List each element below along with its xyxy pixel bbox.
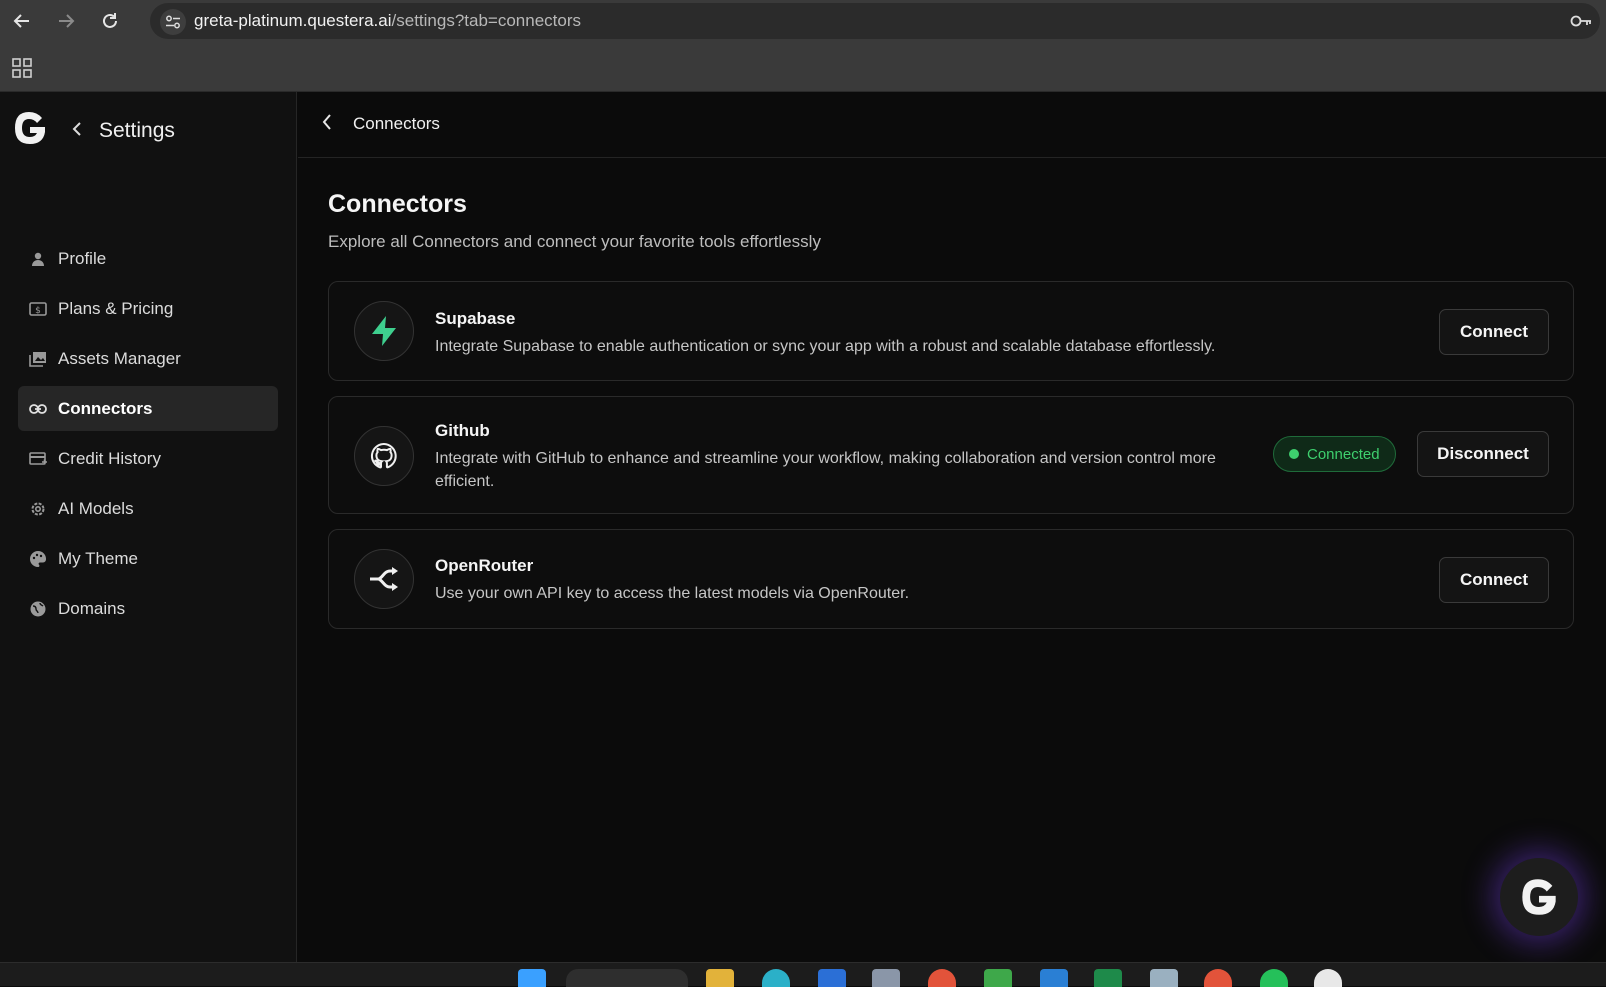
openrouter-icon xyxy=(354,549,414,609)
chrome-profile-icon[interactable] xyxy=(928,969,956,987)
sidebar-item-credit-history[interactable]: Credit History xyxy=(18,436,278,481)
taskbar-search-icon[interactable] xyxy=(566,969,688,987)
globe-icon xyxy=(28,599,48,619)
sidebar-item-connectors[interactable]: Connectors xyxy=(18,386,278,431)
back-chevron-icon[interactable] xyxy=(322,114,332,135)
misc-app-icon[interactable] xyxy=(1314,969,1342,987)
start-menu-icon[interactable] xyxy=(518,969,546,987)
connector-card-github: Github Integrate with GitHub to enhance … xyxy=(328,396,1574,514)
connector-description: Use your own API key to access the lates… xyxy=(435,585,910,602)
reload-icon[interactable] xyxy=(88,0,132,42)
apps-grid-icon[interactable] xyxy=(12,58,32,83)
page-title: Connectors xyxy=(328,190,467,218)
connector-description: Integrate with GitHub to enhance and str… xyxy=(435,450,1216,490)
chrome-profile-2-icon[interactable] xyxy=(1204,969,1232,987)
dollar-bill-icon: $ xyxy=(28,299,48,319)
back-arrow-icon[interactable] xyxy=(0,0,44,42)
sidebar-item-label: Domains xyxy=(58,598,126,618)
sidebar-item-assets-manager[interactable]: Assets Manager xyxy=(18,336,278,381)
person-icon xyxy=(28,249,48,269)
photos-icon[interactable] xyxy=(1150,969,1178,987)
main-content: Connectors Connectors Explore all Connec… xyxy=(298,92,1606,962)
back-chevron-icon[interactable] xyxy=(72,122,82,141)
openrouter-connect-button[interactable]: Connect xyxy=(1439,557,1549,603)
image-gallery-icon xyxy=(28,349,48,369)
sidebar-item-profile[interactable]: Profile xyxy=(18,236,278,281)
sidebar-title: Settings xyxy=(99,119,175,142)
bookmarks-bar xyxy=(0,42,1606,92)
sidebar-item-label: Connectors xyxy=(58,398,153,418)
greta-logo[interactable] xyxy=(12,110,48,146)
supabase-connect-button[interactable]: Connect xyxy=(1439,309,1549,355)
excel-icon[interactable] xyxy=(1094,969,1122,987)
sidebar-item-label: Profile xyxy=(58,248,107,268)
connector-card-openrouter: OpenRouter Use your own API key to acces… xyxy=(328,529,1574,629)
credit-card-icon xyxy=(28,449,48,469)
store-icon[interactable] xyxy=(818,969,846,987)
sidebar-item-label: Assets Manager xyxy=(58,348,181,368)
forward-arrow-icon[interactable] xyxy=(44,0,88,42)
link-icon xyxy=(28,399,48,419)
palette-icon xyxy=(28,549,48,569)
settings-nav: Profile $ Plans & Pricing Assets Manager… xyxy=(18,236,278,636)
gear-icon xyxy=(28,499,48,519)
url-path: /settings?tab=connectors xyxy=(391,11,581,30)
assistant-fab-button[interactable] xyxy=(1500,858,1578,936)
whatsapp-icon[interactable] xyxy=(1260,969,1288,987)
connector-description: Integrate Supabase to enable authenticat… xyxy=(435,338,1216,355)
status-label: Connected xyxy=(1307,445,1380,463)
settings-app-icon[interactable] xyxy=(984,969,1012,987)
breadcrumb: Connectors xyxy=(353,114,440,133)
vscode-icon[interactable] xyxy=(1040,969,1068,987)
supabase-bolt-icon xyxy=(354,301,414,361)
connector-card-supabase: Supabase Integrate Supabase to enable au… xyxy=(328,281,1574,381)
file-explorer-icon[interactable] xyxy=(706,969,734,987)
page-subtitle: Explore all Connectors and connect your … xyxy=(328,232,821,251)
github-icon xyxy=(354,426,414,486)
password-key-icon[interactable] xyxy=(1570,12,1592,35)
address-bar[interactable]: greta-platinum.questera.ai/settings?tab=… xyxy=(150,3,1600,39)
sidebar-item-label: My Theme xyxy=(58,548,138,568)
sidebar-item-domains[interactable]: Domains xyxy=(18,586,278,631)
app-window-icon[interactable] xyxy=(872,969,900,987)
sidebar-item-plans-pricing[interactable]: $ Plans & Pricing xyxy=(18,286,278,331)
connector-name: Github xyxy=(435,421,490,440)
page-header: Connectors xyxy=(298,92,1606,158)
os-taskbar xyxy=(0,962,1606,987)
svg-text:$: $ xyxy=(35,306,41,316)
sidebar-item-label: Credit History xyxy=(58,448,161,468)
status-dot-icon xyxy=(1289,449,1299,459)
edge-browser-icon[interactable] xyxy=(762,969,790,987)
greta-logo-icon xyxy=(1522,879,1556,915)
site-settings-icon[interactable] xyxy=(160,9,186,35)
connector-name: OpenRouter xyxy=(435,556,534,575)
sidebar-item-label: Plans & Pricing xyxy=(58,298,174,318)
sidebar-item-label: AI Models xyxy=(58,498,134,518)
browser-toolbar: greta-platinum.questera.ai/settings?tab=… xyxy=(0,0,1606,42)
github-disconnect-button[interactable]: Disconnect xyxy=(1417,431,1549,477)
connector-name: Supabase xyxy=(435,309,516,328)
url-host: greta-platinum.questera.ai xyxy=(194,11,392,30)
sidebar-item-ai-models[interactable]: AI Models xyxy=(18,486,278,531)
sidebar-item-my-theme[interactable]: My Theme xyxy=(18,536,278,581)
status-badge: Connected xyxy=(1273,436,1396,472)
